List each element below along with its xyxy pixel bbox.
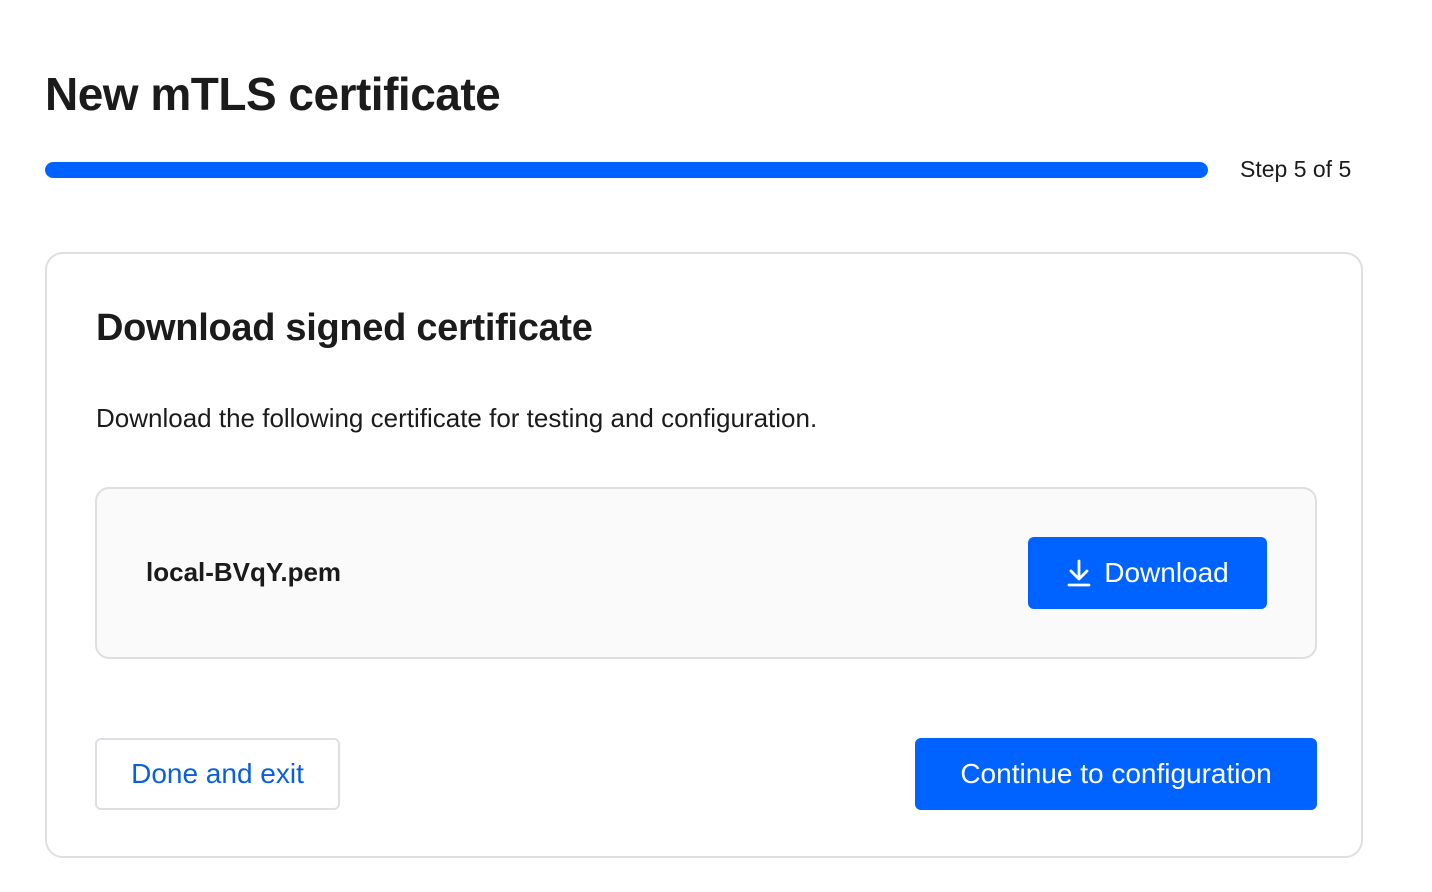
download-icon [1066,558,1092,588]
download-button[interactable]: Download [1028,537,1267,609]
step-indicator: Step 5 of 5 [1240,156,1352,182]
download-button-label: Download [1104,557,1229,588]
certificate-file-name: local-BVqY.pem [146,557,342,587]
download-certificate-card: Download signed certificate Download the… [45,252,1363,858]
continue-to-configuration-button[interactable]: Continue to configuration [915,738,1317,810]
progress-bar [45,162,1208,178]
page-title: New mTLS certificate [45,68,501,120]
done-and-exit-button[interactable]: Done and exit [95,738,340,810]
card-description: Download the following certificate for t… [96,403,818,433]
card-title: Download signed certificate [96,307,593,349]
progress-bar-fill [45,162,1208,178]
certificate-file-panel: local-BVqY.pem Download [95,487,1317,659]
